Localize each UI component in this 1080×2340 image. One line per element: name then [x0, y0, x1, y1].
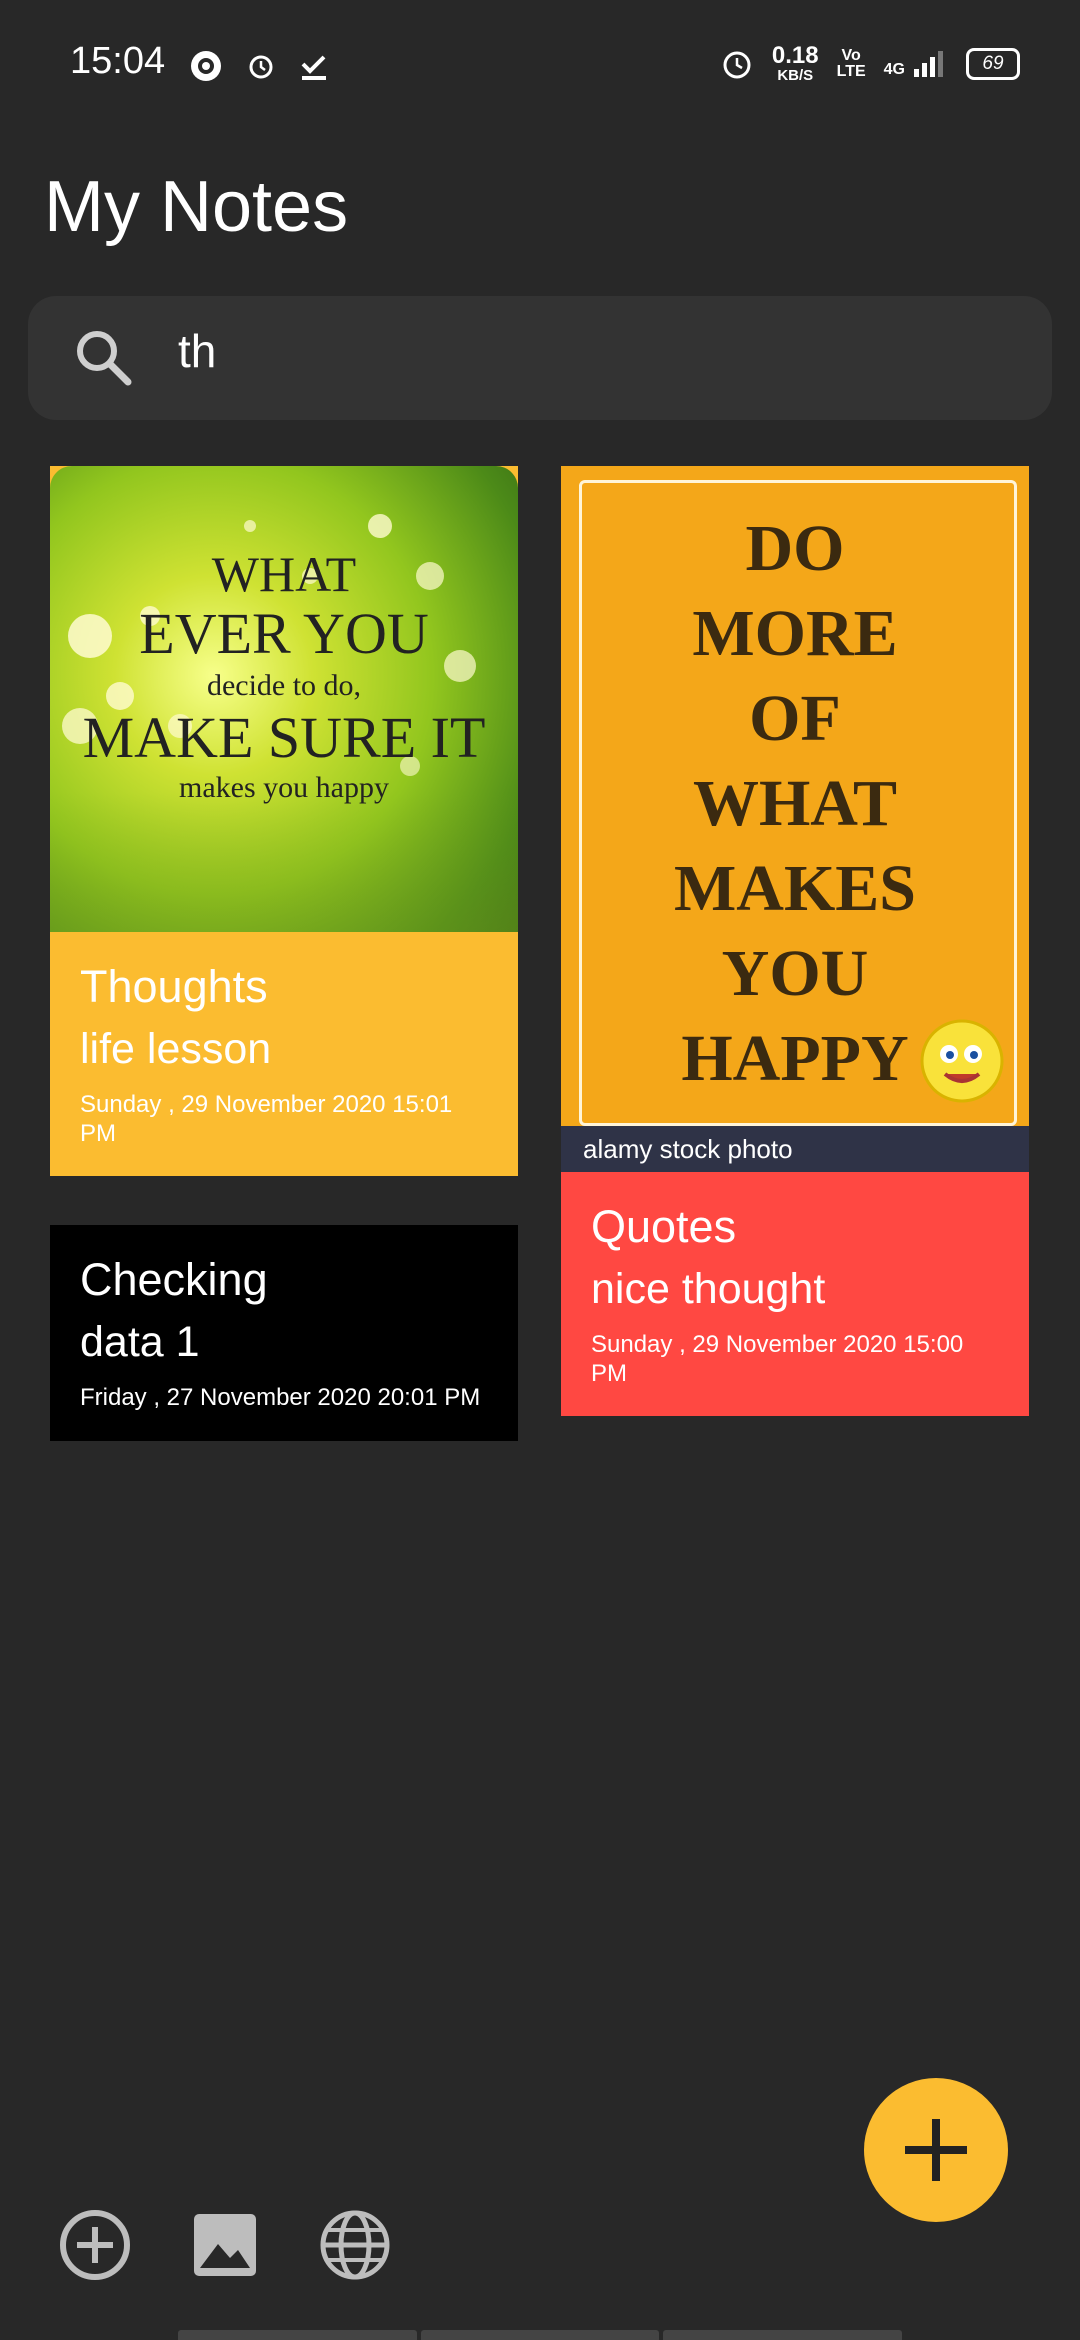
status-time: 15:04 — [70, 40, 166, 82]
image-quote-line: DO — [745, 512, 845, 585]
image-quote-line: OF — [749, 682, 841, 755]
network-type: 4G — [883, 60, 905, 78]
image-quote-line: makes you happy — [179, 771, 389, 804]
image-quote-line: WHAT — [211, 546, 357, 602]
note-image: DO MORE OF WHAT MAKES YOU HAPPY alamy st… — [561, 466, 1029, 1172]
note-image: WHAT EVER YOU decide to do, MAKE SURE IT… — [50, 466, 518, 932]
watermark-text: alamy stock photo — [583, 1133, 793, 1164]
add-circle-icon[interactable] — [58, 2208, 132, 2282]
note-subtitle: nice thought — [591, 1264, 826, 1313]
image-quote-line: decide to do, — [206, 669, 362, 702]
search-input[interactable]: th — [178, 324, 216, 378]
note-title: Quotes — [591, 1201, 737, 1252]
check-icon — [301, 55, 326, 80]
image-quote-line: MAKES — [673, 852, 917, 925]
note-body: Quotes nice thought Sunday , 29 November… — [561, 1172, 1029, 1416]
note-body: Checking data 1 Friday , 27 November 202… — [50, 1225, 518, 1441]
sync-icon — [191, 51, 221, 81]
image-quote-line: YOU — [721, 937, 869, 1010]
image-quote-line: EVER YOU — [139, 601, 429, 666]
bottom-action-bar — [58, 2208, 392, 2282]
globe-icon[interactable] — [318, 2208, 392, 2282]
system-navigation-bar[interactable] — [178, 2330, 903, 2340]
signal-indicator: 4G — [884, 49, 948, 79]
image-quote-line: MORE — [692, 597, 898, 670]
add-note-button[interactable] — [864, 2078, 1008, 2222]
image-quote-line: MAKE SURE IT — [82, 705, 486, 770]
watermark-band: alamy stock photo — [561, 1126, 1029, 1172]
search-bar[interactable]: th — [28, 296, 1052, 420]
status-system-icons: 0.18 KB/S Vo LTE 4G 69 — [720, 44, 1020, 83]
network-speed-value: 0.18 — [771, 42, 819, 69]
image-quote: DO MORE OF WHAT MAKES YOU HAPPY — [561, 506, 1029, 1101]
alarm-icon — [723, 51, 751, 78]
note-card-quotes[interactable]: DO MORE OF WHAT MAKES YOU HAPPY alamy st… — [561, 466, 1029, 1417]
battery-level: 69 — [982, 52, 1004, 74]
note-date: Friday , 27 November 2020 20:01 PM — [80, 1383, 481, 1411]
volte-bottom: LTE — [836, 62, 866, 80]
note-date: Sunday , 29 November 2020 15:01 PM — [80, 1090, 453, 1147]
image-quote: WHAT EVER YOU decide to do, MAKE SURE IT… — [50, 546, 518, 806]
note-title: Checking — [80, 1254, 268, 1305]
note-title: Thoughts — [80, 961, 268, 1012]
nav-segment[interactable] — [663, 2330, 903, 2340]
image-icon[interactable] — [190, 2210, 260, 2280]
smiley-icon — [920, 1019, 1004, 1103]
status-bar: 15:04 0.18 KB/S Vo LTE 4G 69 — [0, 0, 1080, 130]
search-icon — [77, 331, 132, 386]
note-date: Sunday , 29 November 2020 15:00 PM — [591, 1330, 964, 1387]
battery-indicator: 69 — [966, 47, 1020, 80]
note-card-checking[interactable]: Checking data 1 Friday , 27 November 202… — [50, 1225, 518, 1441]
network-speed: 0.18 KB/S — [771, 42, 819, 84]
volte-top: Vo — [841, 46, 861, 64]
signal-icon — [914, 50, 943, 77]
nav-segment[interactable] — [420, 2330, 660, 2340]
image-quote-line: WHAT — [692, 767, 898, 840]
note-subtitle: life lesson — [80, 1024, 272, 1073]
volte-indicator: Vo LTE — [836, 46, 866, 80]
nav-segment[interactable] — [178, 2330, 417, 2340]
note-card-thoughts[interactable]: WHAT EVER YOU decide to do, MAKE SURE IT… — [50, 466, 518, 1177]
alarm-icon — [249, 55, 273, 79]
status-notification-icons — [188, 48, 330, 84]
network-speed-unit: KB/S — [777, 67, 814, 84]
page-title: My Notes — [44, 167, 349, 247]
plus-icon — [905, 2119, 967, 2181]
note-body: Thoughts life lesson Sunday , 29 Novembe… — [50, 932, 518, 1176]
note-subtitle: data 1 — [80, 1317, 200, 1366]
